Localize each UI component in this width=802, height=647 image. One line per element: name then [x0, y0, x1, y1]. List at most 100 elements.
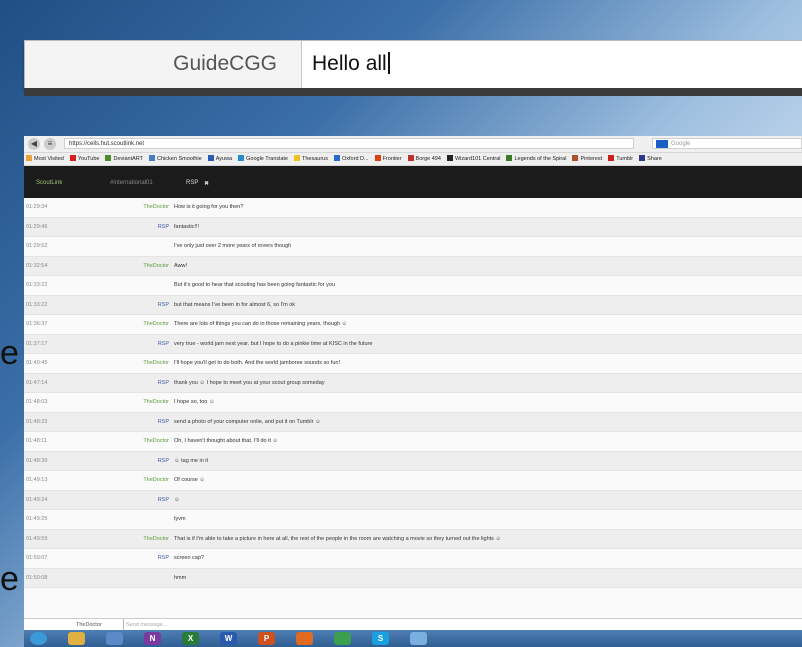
message-time: 01:50:08 — [26, 574, 48, 581]
bookmark-icon — [572, 155, 579, 161]
app-tab-bar: ScoutLink #international01 RSP ✖ — [24, 166, 802, 200]
message-nick[interactable]: TheDoctor — [143, 393, 169, 411]
excel-icon[interactable]: X — [182, 632, 199, 645]
tab-international[interactable]: #international01 — [110, 180, 153, 186]
paint-icon[interactable] — [410, 632, 427, 645]
search-field[interactable]: Google — [652, 138, 802, 149]
message-nick[interactable]: RSP — [158, 491, 169, 509]
message-text: thank you ☺ I hope to meet you at your s… — [174, 379, 325, 386]
message-time: 01:49:24 — [26, 496, 48, 503]
bookmark-item[interactable]: Oxford D... — [334, 153, 369, 165]
bookmark-item[interactable]: Chicken Smoothie — [149, 153, 202, 165]
message-nick[interactable]: RSP — [158, 452, 169, 470]
chat-row: 01:47:14 RSP thank you ☺ I hope to meet yo… — [24, 373, 802, 393]
bookmark-item[interactable]: Borge 494 — [407, 153, 441, 165]
bookmark-icon — [374, 155, 381, 161]
firefox-icon[interactable] — [296, 632, 313, 645]
text-caret — [387, 52, 390, 74]
message-nick[interactable]: TheDoctor — [143, 257, 169, 275]
message-text: But it's good to hear that scouting has … — [174, 282, 335, 288]
chat-row: 01:29:46 RSP fantastic!!! — [24, 217, 802, 237]
onenote-icon[interactable]: N — [144, 632, 161, 645]
zoomed-nick-label: GuideCGG — [173, 52, 277, 75]
bookmark-label: Wizard101 Central — [454, 156, 501, 162]
zoomed-message-text: Hello all — [312, 52, 387, 75]
message-nick[interactable]: RSP — [158, 218, 169, 236]
message-text: send a photo of your computer onlie, and… — [174, 418, 321, 425]
bookmark-item[interactable]: Thesaurus — [294, 153, 328, 165]
message-nick[interactable]: TheDoctor — [143, 530, 169, 548]
message-text: I've only just over 2 more years of rove… — [174, 243, 292, 249]
message-nick[interactable]: TheDoctor — [143, 354, 169, 372]
bookmark-icon — [149, 155, 156, 161]
bookmark-label: Thesaurus — [302, 156, 328, 162]
message-nick[interactable]: RSP — [158, 335, 169, 353]
message-text: How is it going for you then? — [174, 204, 244, 210]
tab-scoutlink[interactable]: ScoutLink — [36, 180, 62, 186]
skype-icon[interactable]: S — [372, 632, 389, 645]
message-time: 01:37:17 — [26, 340, 48, 347]
message-text: fantastic!!! — [174, 223, 200, 230]
chat-row: 01:29:34 TheDoctor How is it going for you… — [24, 198, 802, 218]
url-field[interactable]: https://cells.hut.scoutlink.net — [64, 138, 634, 149]
browser-window: ◀ ≡ https://cells.hut.scoutlink.net Goog… — [24, 136, 802, 647]
message-text: There are lots of things you can do in t… — [174, 321, 348, 327]
start-orb-icon[interactable] — [30, 632, 47, 645]
message-nick[interactable]: RSP — [158, 296, 169, 314]
google-icon — [656, 140, 668, 148]
chat-row: 01:33:22 RSP but that means I've been in f… — [24, 295, 802, 315]
zoomed-message-input[interactable]: Hello all — [302, 41, 802, 89]
message-nick[interactable]: RSP — [158, 374, 169, 392]
message-time: 01:33:22 — [26, 282, 48, 288]
chat-row: 01:48:11 TheDoctor Oh, I haven't thought a… — [24, 432, 802, 452]
chrome-icon[interactable] — [334, 632, 351, 645]
bookmark-label: Legends of the Spiral — [514, 156, 567, 162]
menu-icon[interactable]: ≡ — [44, 138, 56, 150]
window-icon[interactable] — [106, 632, 123, 645]
bookmark-item[interactable]: Wizard101 Central — [446, 153, 501, 165]
chat-row: 01:33:22 But it's good to hear that scout… — [24, 276, 802, 296]
slide-fragment-e-upper: e — [0, 334, 19, 372]
message-nick[interactable]: TheDoctor — [143, 315, 169, 333]
bookmark-item[interactable]: Legends of the Spiral — [506, 153, 566, 165]
chat-row: 01:48:39 RSP ☺ tag me in it — [24, 451, 802, 471]
chat-row: 01:37:17 RSP very true - world jam next ye… — [24, 334, 802, 354]
bookmark-icon — [334, 155, 340, 161]
close-icon[interactable]: ✖ — [204, 180, 209, 187]
bookmark-item[interactable]: Ayuwa — [207, 153, 232, 165]
chat-row: 01:32:54 TheDoctor Aww! — [24, 256, 802, 276]
chat-log: 01:29:34 TheDoctor How is it going for you… — [24, 198, 802, 647]
bookmark-icon — [506, 155, 513, 161]
message-time: 01:36:37 — [26, 321, 48, 327]
explorer-icon[interactable] — [68, 632, 85, 645]
message-nick[interactable]: TheDoctor — [143, 471, 169, 489]
back-icon[interactable]: ◀ — [28, 138, 40, 150]
bookmark-icon — [69, 155, 76, 161]
bookmark-label: Frontier — [382, 156, 402, 162]
message-text: ☺ tag me in it — [174, 457, 209, 464]
message-nick[interactable]: TheDoctor — [143, 198, 169, 216]
bookmark-item[interactable]: Share — [639, 153, 662, 165]
message-nick[interactable]: TheDoctor — [143, 432, 169, 450]
message-nick[interactable]: RSP — [158, 549, 169, 567]
message-time: 01:48:33 — [26, 418, 48, 425]
bookmark-label: Share — [647, 156, 662, 162]
message-time: 01:29:52 — [26, 243, 48, 249]
bookmark-icon — [608, 155, 615, 161]
bookmark-item[interactable]: Pinterest — [572, 153, 602, 165]
bookmark-item[interactable]: Frontier — [374, 153, 402, 165]
word-icon[interactable]: W — [220, 632, 237, 645]
tab-rsp[interactable]: RSP — [186, 180, 198, 186]
bookmark-item[interactable]: Most Visited — [26, 153, 64, 165]
message-nick[interactable]: RSP — [158, 413, 169, 431]
bookmark-item[interactable]: Google Translate — [238, 153, 288, 165]
bookmark-item[interactable]: Tumblr — [608, 153, 633, 165]
powerpoint-icon[interactable]: P — [258, 632, 275, 645]
bookmark-icon — [26, 155, 32, 161]
bookmark-label: Chicken Smoothie — [157, 156, 202, 162]
message-time: 01:29:34 — [26, 204, 48, 210]
bookmark-item[interactable]: YouTube — [69, 153, 99, 165]
bookmark-label: Oxford D... — [342, 156, 369, 162]
bookmark-item[interactable]: DeviantART — [105, 153, 143, 165]
bookmark-label: DeviantART — [113, 156, 144, 162]
